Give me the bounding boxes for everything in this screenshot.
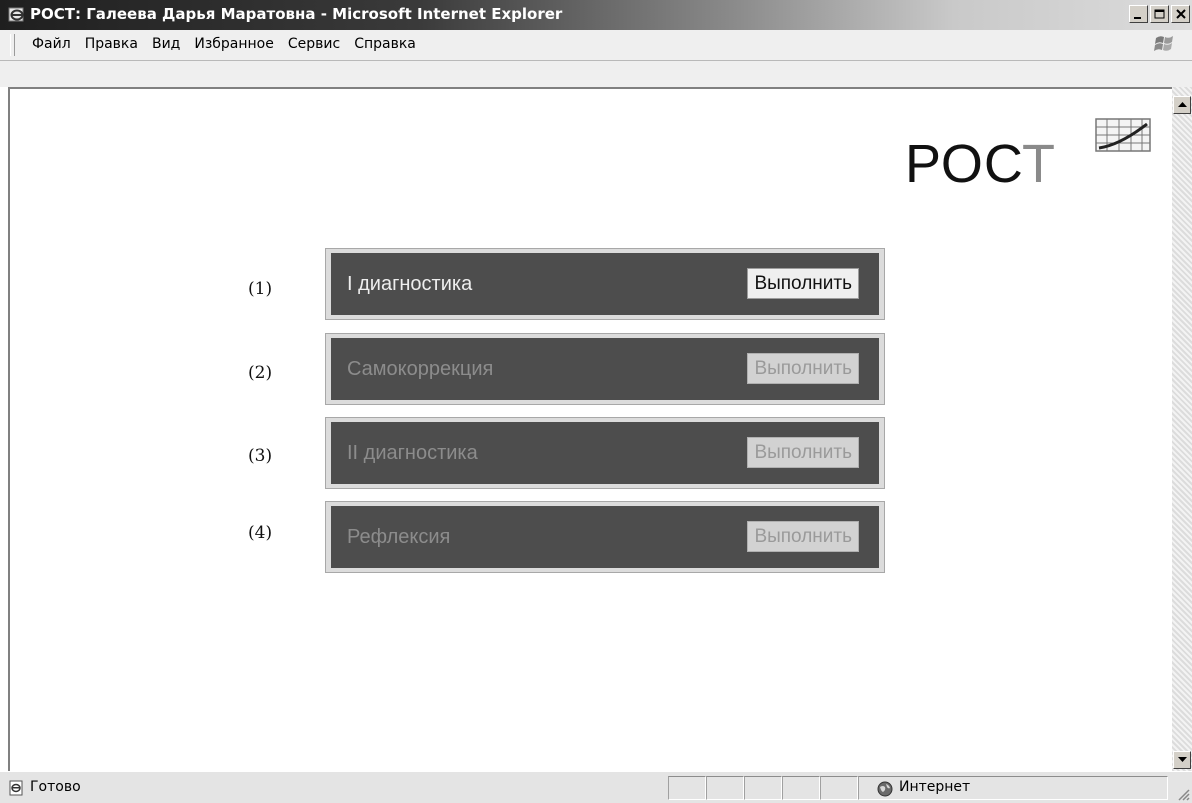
window-title: РОСТ: Галеева Дарья Маратовна - Microsof… xyxy=(30,5,563,23)
execute-button[interactable]: Выполнить xyxy=(747,268,859,299)
arrow-down-icon xyxy=(1178,757,1187,762)
task-label: Самокоррекция xyxy=(347,358,494,380)
page-done-icon xyxy=(9,780,23,796)
windows-logo-icon xyxy=(1154,36,1173,51)
task-label: I диагностика xyxy=(347,273,473,295)
ie-icon xyxy=(8,7,24,22)
menu-file[interactable]: Файл xyxy=(32,36,71,52)
status-text: Готово xyxy=(30,779,81,795)
task-panel-diagnostics-1: I диагностика Выполнить xyxy=(325,248,885,320)
logo-text-last: Т xyxy=(1022,134,1057,194)
resize-grip-icon[interactable] xyxy=(1176,787,1190,801)
menu-favorites[interactable]: Избранное xyxy=(194,36,274,52)
title-bar[interactable]: РОСТ: Галеева Дарья Маратовна - Microsof… xyxy=(0,0,1192,30)
task-panel-self-correction: Самокоррекция Выполнить xyxy=(325,333,885,405)
zone-text: Интернет xyxy=(899,779,971,795)
vertical-scrollbar[interactable] xyxy=(1172,87,1192,771)
execute-button[interactable]: Выполнить xyxy=(747,353,859,384)
minimize-button[interactable] xyxy=(1129,5,1148,23)
minimize-icon xyxy=(1134,17,1141,19)
scroll-up-button[interactable] xyxy=(1173,96,1191,114)
status-bar: Готово Интернет xyxy=(0,771,1192,803)
internet-zone-icon xyxy=(877,781,893,797)
arrow-up-icon xyxy=(1178,102,1187,107)
task-number: (4) xyxy=(248,523,273,543)
scroll-down-button[interactable] xyxy=(1173,751,1191,769)
menu-bar: Файл Правка Вид Избранное Сервис Справка xyxy=(0,30,1192,87)
logo-text-main: РОС xyxy=(905,134,1023,194)
execute-button[interactable]: Выполнить xyxy=(747,521,859,552)
status-panel xyxy=(744,776,782,800)
status-panel xyxy=(668,776,706,800)
menu-tools[interactable]: Сервис xyxy=(288,36,340,52)
menu-edit[interactable]: Правка xyxy=(85,36,138,52)
task-panel-diagnostics-2: II диагностика Выполнить xyxy=(325,417,885,489)
app-logo: РОСТ xyxy=(905,137,1056,191)
toolbar-grip[interactable] xyxy=(10,34,15,56)
task-panel-reflection: Рефлексия Выполнить xyxy=(325,501,885,573)
execute-button[interactable]: Выполнить xyxy=(747,437,859,468)
status-panel xyxy=(820,776,858,800)
task-number: (3) xyxy=(248,446,273,466)
task-number: (2) xyxy=(248,363,273,383)
growth-chart-icon xyxy=(1095,118,1151,152)
task-label: Рефлексия xyxy=(347,526,451,548)
maximize-icon xyxy=(1154,9,1165,19)
task-number: (1) xyxy=(248,279,273,299)
menu-view[interactable]: Вид xyxy=(152,36,180,52)
maximize-button[interactable] xyxy=(1150,5,1169,23)
task-label: II диагностика xyxy=(347,442,478,464)
close-button[interactable] xyxy=(1171,5,1190,23)
status-panel xyxy=(706,776,744,800)
menu-help[interactable]: Справка xyxy=(354,36,416,52)
status-panel xyxy=(782,776,820,800)
close-icon xyxy=(1176,9,1186,19)
